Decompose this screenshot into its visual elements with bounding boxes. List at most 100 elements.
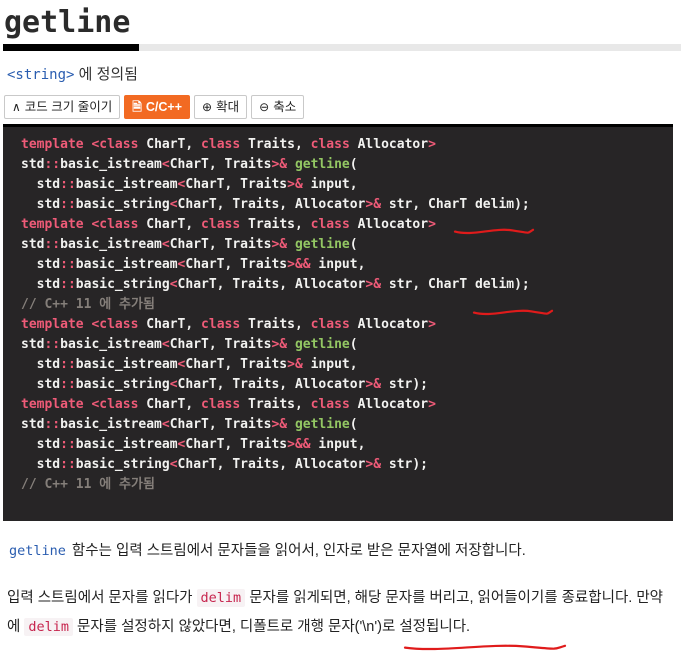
code-token: >& [365,377,382,392]
code-token: str); [381,457,429,472]
code-line: std::basic_istream<CharT, Traits>& getli… [21,417,358,432]
code-token: > [428,317,436,332]
code-token: std [21,377,61,392]
code-line: template <class CharT, class Traits, cla… [21,397,436,412]
code-token: CharT, Traits [185,177,288,192]
code-token: >& [271,157,288,172]
code-token: basic_string [75,197,170,212]
code-token: < [161,237,170,252]
code-token: CharT, Traits [169,417,272,432]
code-token: >&& [287,437,311,452]
code-token: std [21,277,61,292]
code-token: Allocator [357,397,429,412]
code-token: >& [271,237,288,252]
code-line: std::basic_istream<CharT, Traits>&& inpu… [21,437,366,452]
code-token: >& [287,177,303,192]
zoom-in-button[interactable]: ⊕ 확대 [194,95,248,119]
code-token: class [310,317,358,332]
code-token: Allocator [357,217,429,232]
page-title: getline [4,5,131,40]
code-block-container[interactable]: template < class CharT, class Traits, cla… [3,124,673,521]
code-toolbar: ∧ 코드 크기 줄이기 🗎 C/C++ ⊕ 확대 ⊖ 축소 [0,85,685,121]
code-token: class [201,137,249,152]
zoom-in-icon: ⊕ [202,100,213,114]
code-token: >& [365,197,382,212]
code-token: ( [349,157,358,172]
code-token: str, CharT delim); [381,277,530,292]
code-token: // C++ 11 에 추가됨 [21,297,155,312]
shrink-code-button[interactable]: ∧ 코드 크기 줄이기 [4,95,121,119]
code-token: :: [60,357,76,372]
code-token: >&& [287,257,311,272]
code-token: < [161,417,170,432]
code-token: template [21,397,92,412]
shrink-code-label: 코드 크기 줄이기 [24,99,113,114]
code-token: :: [60,177,76,192]
code-token: class [201,397,249,412]
code-token: :: [44,417,61,432]
chevron-up-icon: ∧ [12,100,21,114]
code-line: std::basic_string<CharT, Traits, Allocat… [21,277,530,292]
paragraph-2-lead: 입력 스트림에서 문자를 읽다가 [7,590,197,606]
paragraph-1-text: 함수는 입력 스트림에서 문자들을 읽어서, 인자로 받은 문자열에 저장합니다… [67,543,526,559]
code-token: class [310,217,358,232]
code-token: std [21,357,61,372]
code-token: Allocator [357,317,429,332]
code-token: class [201,317,249,332]
code-token: std [21,197,61,212]
code-token: CharT, [146,317,202,332]
code-token: CharT, Traits [169,337,272,352]
code-token: Traits, [248,217,311,232]
code-token: str); [381,377,429,392]
inline-code-getline: getline [9,543,66,559]
code-token: CharT, Traits [185,437,288,452]
code-token: basic_istream [60,337,162,352]
code-token: < [161,337,170,352]
zoom-out-label: 축소 [273,99,297,114]
code-token: basic_istream [75,437,178,452]
title-underline-accent [3,44,139,51]
code-token: input, [310,257,366,272]
code-token: std [21,237,45,252]
code-token: CharT, [146,397,202,412]
code-token: class [201,217,249,232]
code-token: getline [294,237,350,252]
language-tab-cpp[interactable]: 🗎 C/C++ [124,95,191,119]
code-token: CharT, Traits [169,157,272,172]
code-token: CharT, Traits [185,357,288,372]
code-token: class [99,317,147,332]
code-token: CharT, Traits, Allocator [177,277,366,292]
inline-code-delim-2: delim [24,618,74,636]
code-token: :: [60,377,76,392]
code-token: basic_string [75,377,170,392]
code-token: class [310,397,358,412]
code-token: :: [60,437,76,452]
header-file-link[interactable]: <string> [7,67,74,83]
code-line: std::basic_istream<CharT, Traits>& input… [21,357,358,372]
code-token: ( [349,417,358,432]
code-token: Traits, [248,137,311,152]
inline-code-delim-1: delim [196,589,246,607]
code-line: template <class CharT, class Traits, cla… [21,137,436,152]
code-token: >& [271,417,288,432]
code-token: < [169,277,178,292]
code-line: std::basic_string<CharT, Traits, Allocat… [21,457,428,472]
code-token: basic_string [75,277,170,292]
underline-newline-default [403,641,567,653]
code-token: CharT, Traits, Allocator [177,457,366,472]
code-token: std [21,457,61,472]
code-token: >& [271,337,288,352]
code-token: input, [302,177,358,192]
code-token: getline [294,417,350,432]
code-token: :: [44,237,61,252]
paragraph-2-mid-2: 문자를 설정하지 않았다면, 디폴트로 개행 문자('\n')로 설정됩니다. [73,619,471,635]
code-listing[interactable]: template < class CharT, class Traits, cla… [3,135,673,495]
code-line: // C++ 11 에 추가됨 [21,297,155,312]
code-token: getline [294,337,350,352]
code-token: input, [302,357,358,372]
code-token: basic_istream [60,237,162,252]
code-token: > [428,397,436,412]
zoom-out-icon: ⊖ [259,100,270,114]
zoom-out-button[interactable]: ⊖ 축소 [251,95,305,119]
